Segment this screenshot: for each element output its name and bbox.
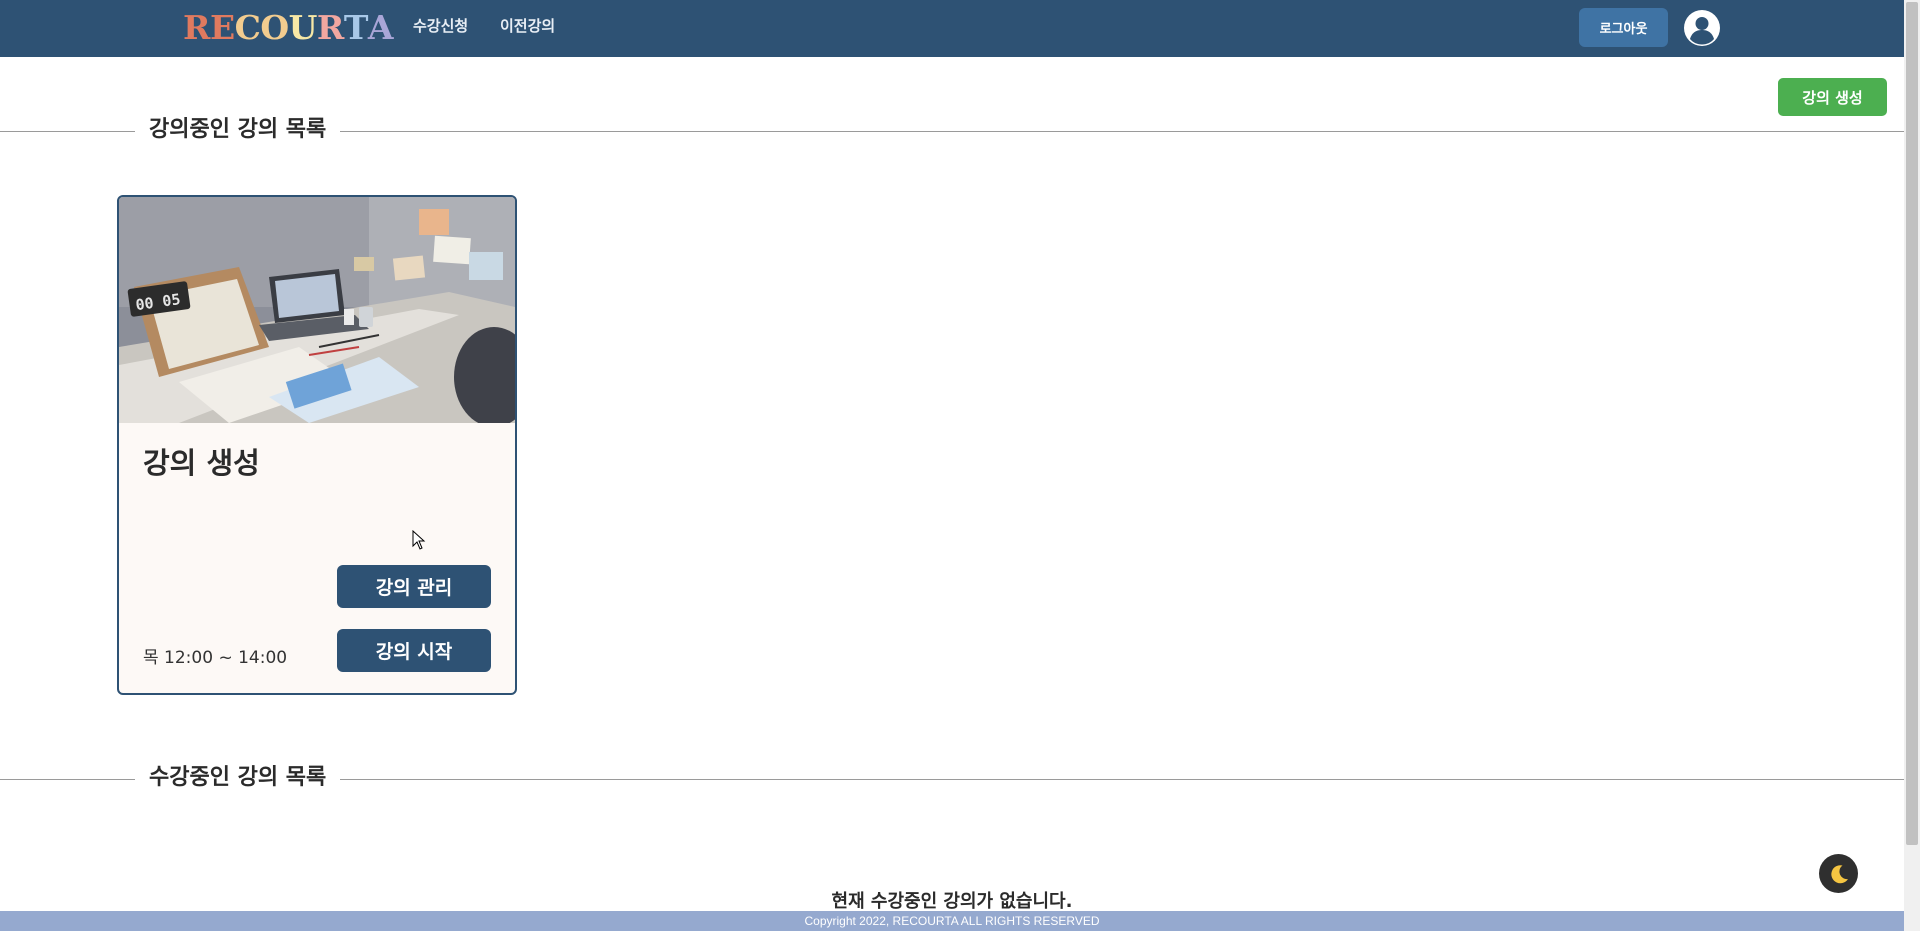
course-card[interactable]: 00 05 강의 생성 강의 관리 강의 시작 목 12:00 ~ 14:00: [117, 195, 517, 695]
mouse-cursor-icon: [412, 530, 426, 550]
course-title: 강의 생성: [143, 446, 260, 480]
course-thumbnail-image: 00 05: [119, 197, 515, 423]
logo-letter: E: [209, 8, 235, 47]
logo-letter: C: [234, 8, 261, 47]
dark-mode-toggle-button[interactable]: [1819, 854, 1858, 893]
logo-letter: R: [183, 8, 210, 47]
course-schedule: 목 12:00 ~ 14:00: [143, 648, 288, 668]
logo-letter: U: [288, 8, 318, 47]
nav-apply-link[interactable]: 수강신청: [413, 16, 468, 36]
logo-letter: R: [316, 8, 344, 47]
teaching-courses-heading: 강의중인 강의 목록: [135, 115, 341, 145]
manage-course-button[interactable]: 강의 관리: [337, 565, 491, 608]
enrolled-courses-heading: 수강중인 강의 목록: [135, 763, 341, 793]
logo-letter: T: [343, 8, 369, 47]
logo-letter: O: [260, 8, 289, 47]
moon-icon: [1830, 864, 1848, 883]
start-course-button[interactable]: 강의 시작: [337, 629, 491, 672]
footer-copyright: Copyright 2022, RECOURTA ALL RIGHTS RESE…: [0, 911, 1904, 931]
scrollbar-thumb[interactable]: [1906, 2, 1918, 845]
user-circle-icon[interactable]: [1683, 9, 1721, 47]
logo[interactable]: RECOURTA: [183, 8, 394, 48]
vertical-scrollbar[interactable]: [1904, 0, 1920, 931]
nav-previous-courses-link[interactable]: 이전강의: [500, 16, 555, 36]
logout-button[interactable]: 로그아웃: [1579, 8, 1668, 47]
logo-letter: A: [367, 8, 394, 47]
top-navigation-bar: RECOURTA 수강신청 이전강의 로그아웃: [0, 0, 1904, 57]
create-course-button[interactable]: 강의 생성: [1778, 78, 1887, 116]
